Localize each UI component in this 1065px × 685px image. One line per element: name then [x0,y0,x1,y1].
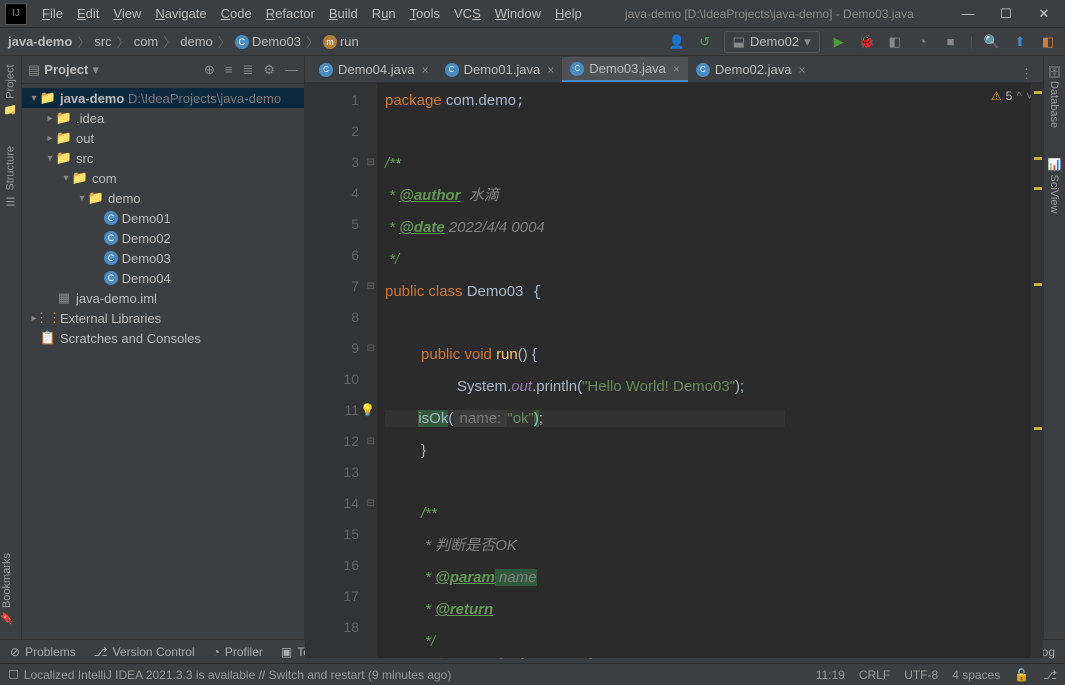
tree-demo04[interactable]: C Demo04 [22,268,304,288]
collapse-all-icon[interactable]: ≣ [242,62,253,78]
sync-icon[interactable]: ⬆ [1011,33,1029,51]
tree-demo03[interactable]: C Demo03 [22,248,304,268]
close-icon[interactable]: × [673,62,680,76]
crumb-class[interactable]: CDemo03〉 [235,32,319,51]
readonly-icon[interactable]: 🔓 [1014,668,1029,682]
run-button[interactable]: ▶ [830,33,848,51]
crumb-project[interactable]: java-demo〉 [8,32,90,51]
app-logo: IJ [5,3,27,25]
menu-help[interactable]: Help [549,3,588,24]
close-button[interactable]: ✕ [1027,2,1061,26]
tree-scratches[interactable]: 📋Scratches and Consoles [22,328,304,348]
status-icon[interactable]: ☐ [8,668,19,682]
debug-button[interactable]: 🐞 [858,33,876,51]
tree-demo[interactable]: ▾📁demo [22,188,304,208]
minimize-button[interactable]: — [951,2,985,26]
tool-sciview[interactable]: 📊 SciView [1048,158,1061,213]
project-tree-panel: ▤Project▾ ⊕ ≡ ≣ ⚙ — ▾📁java-demo D:\IdeaP… [22,56,305,639]
status-message[interactable]: Localized IntelliJ IDEA 2021.3.3 is avai… [24,668,452,682]
tree-root[interactable]: ▾📁java-demo D:\IdeaProjects\java-demo [22,88,304,108]
error-stripe[interactable] [1031,83,1043,658]
tree-out[interactable]: ▸📁out [22,128,304,148]
cursor-position[interactable]: 11:19 [816,668,845,682]
tree-com[interactable]: ▾📁com [22,168,304,188]
menu-navigate[interactable]: Navigate [149,3,212,24]
hide-icon[interactable]: — [285,62,298,78]
tool-project[interactable]: 📁 Project [4,64,17,116]
indent[interactable]: 4 spaces [952,668,1000,682]
tabs-more-icon[interactable]: ⋮ [1010,66,1043,82]
editor-tabs: CDemo04.java× CDemo01.java× CDemo03.java… [305,56,1043,83]
tree-header[interactable]: ▤Project▾ [28,62,204,78]
inspection-widget[interactable]: ⚠5^˅ [991,89,1033,103]
menu-vcs[interactable]: VCS [448,3,487,24]
main-menu: File Edit View Navigate Code Refactor Bu… [36,3,588,24]
tool-structure[interactable]: ☰ Structure [4,146,17,208]
line-separator[interactable]: CRLF [859,668,890,682]
editor: CDemo04.java× CDemo01.java× CDemo03.java… [305,56,1043,639]
tree-demo01[interactable]: C Demo01 [22,208,304,228]
search-icon[interactable]: 🔍 [983,33,1001,51]
tab-demo04[interactable]: CDemo04.java× [311,56,437,82]
menu-build[interactable]: Build [323,3,364,24]
tab-demo03[interactable]: CDemo03.java× [562,56,688,82]
settings-icon[interactable]: ⚙ [263,62,275,78]
stop-button[interactable]: ■ [942,33,960,51]
close-icon[interactable]: × [547,63,554,77]
crumb-demo[interactable]: demo〉 [180,32,231,51]
encoding[interactable]: UTF-8 [904,668,938,682]
tool-problems[interactable]: ⊘Problems [10,645,76,659]
gutter[interactable]: 123⊟4567⊟89⊟1011💡12⊟1314⊟15161718 [305,83,377,658]
menu-view[interactable]: View [107,3,147,24]
tree-demo02[interactable]: C Demo02 [22,228,304,248]
maximize-button[interactable]: ☐ [989,2,1023,26]
menu-refactor[interactable]: Refactor [260,3,321,24]
title-bar: IJ File Edit View Navigate Code Refactor… [0,0,1065,28]
branch-icon[interactable]: ⎇ [1043,668,1057,682]
tab-demo01[interactable]: CDemo01.java× [437,56,563,82]
breadcrumb: java-demo〉 src〉 com〉 demo〉 CDemo03〉 mrun [8,32,668,51]
menu-code[interactable]: Code [215,3,258,24]
expand-all-icon[interactable]: ≡ [225,62,233,78]
navigation-bar: java-demo〉 src〉 com〉 demo〉 CDemo03〉 mrun… [0,28,1065,56]
project-tree: ▾📁java-demo D:\IdeaProjects\java-demo ▸📁… [22,84,304,639]
crumb-method[interactable]: mrun [323,34,359,49]
tree-external[interactable]: ▸⋮⋮External Libraries [22,308,304,328]
close-icon[interactable]: × [422,63,429,77]
tree-idea[interactable]: ▸📁.idea [22,108,304,128]
menu-file[interactable]: File [36,3,69,24]
status-bar: ☐ Localized IntelliJ IDEA 2021.3.3 is ava… [0,663,1065,685]
menu-run[interactable]: Run [366,3,402,24]
intention-bulb-icon[interactable]: 💡 [360,395,375,426]
window-title: java-demo [D:\IdeaProjects\java-demo] - … [588,7,951,21]
tab-demo02[interactable]: CDemo02.java× [688,56,814,82]
menu-window[interactable]: Window [489,3,547,24]
tree-src[interactable]: ▾📁src [22,148,304,168]
tree-iml[interactable]: ▦java-demo.iml [22,288,304,308]
back-arrow-icon[interactable]: ↺ [696,33,714,51]
menu-edit[interactable]: Edit [71,3,105,24]
select-opened-icon[interactable]: ⊕ [204,62,215,78]
tool-vcs[interactable]: ⎇Version Control [94,645,195,659]
coverage-button[interactable]: ◧ [886,33,904,51]
run-config-selector[interactable]: ⬓Demo02▾ [724,31,820,53]
code-content[interactable]: package com.demo; /** * @author 水滴 * @da… [377,83,1031,658]
crumb-src[interactable]: src〉 [94,32,129,51]
ide-icon[interactable]: ◧ [1039,33,1057,51]
close-icon[interactable]: × [798,63,805,77]
right-tool-strip: 🗄 Database 📊 SciView [1043,56,1065,639]
tool-database[interactable]: 🗄 Database [1048,64,1061,128]
crumb-com[interactable]: com〉 [134,32,177,51]
menu-tools[interactable]: Tools [404,3,446,24]
tool-profiler[interactable]: ◔Profiler [213,645,263,659]
add-user-icon[interactable]: 👤 [668,33,686,51]
profile-button[interactable]: ◔ [914,33,932,51]
bookmarks-tool[interactable]: 🔖 Bookmarks [0,553,22,625]
